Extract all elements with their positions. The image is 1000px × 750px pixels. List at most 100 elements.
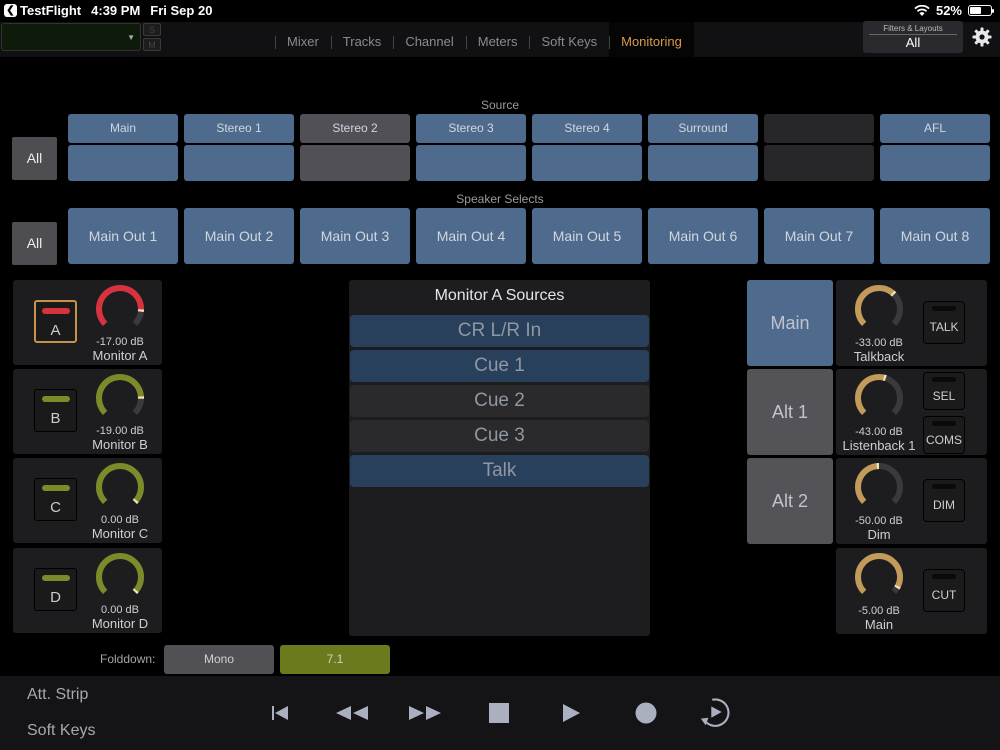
monitor-source-item[interactable]: CR L/R In <box>350 315 649 347</box>
monitor-key-label: C <box>50 499 61 516</box>
play-icon <box>563 704 580 722</box>
loop-play-button[interactable] <box>699 698 733 728</box>
monitor-name: Monitor D <box>91 616 149 631</box>
button-label: CUT <box>931 588 957 602</box>
monitor-select-button-b[interactable]: B <box>34 389 77 432</box>
talk-button[interactable]: TALK <box>923 301 965 344</box>
control-strip-dim: -50.00 dB Dim DIM <box>836 458 987 544</box>
button-label: SEL <box>932 389 956 403</box>
speaker-select-main-out-8[interactable]: Main Out 8 <box>880 208 990 264</box>
source-button-main[interactable]: Main <box>68 114 178 181</box>
speaker-select-main-out-6[interactable]: Main Out 6 <box>648 208 758 264</box>
monitor-source-item[interactable]: Cue 1 <box>350 350 649 382</box>
output-main-button[interactable]: Main <box>747 280 833 366</box>
soft-keys-button[interactable]: Soft Keys <box>27 722 95 740</box>
source-button-empty[interactable] <box>764 114 874 181</box>
monitor-name: Monitor C <box>91 526 149 541</box>
wifi-icon <box>914 4 930 16</box>
monitor-level-knob[interactable] <box>93 371 147 425</box>
top-bar: ▼ S M Mixer Tracks Channel Meters Soft Keys M… <box>0 21 1000 57</box>
speaker-select-main-out-4[interactable]: Main Out 4 <box>416 208 526 264</box>
monitor-level-value: -19.00 dB <box>96 425 144 437</box>
fast-forward-button[interactable] <box>408 698 442 728</box>
source-button-body <box>416 145 526 181</box>
tab-label: Channel <box>405 34 454 49</box>
back-to-app[interactable]: ❮ TestFlight <box>4 3 81 18</box>
control-name: Listenback 1 <box>842 438 916 453</box>
tab-monitoring[interactable]: Monitoring <box>609 22 694 57</box>
rewind-icon <box>336 706 368 720</box>
monitor-select-button-c[interactable]: C <box>34 478 77 521</box>
monitor-source-item[interactable]: Cue 2 <box>350 385 649 417</box>
control-strip-talkback: -33.00 dB Talkback TALK <box>836 280 987 366</box>
tab-mixer[interactable]: Mixer <box>275 22 331 57</box>
mute-button[interactable]: M <box>143 38 161 51</box>
source-button-body <box>764 145 874 181</box>
folddown-mono-button[interactable]: Mono <box>164 645 274 674</box>
source-button-afl[interactable]: AFL <box>880 114 990 181</box>
stop-icon <box>489 703 509 723</box>
control-level-knob[interactable] <box>852 371 906 425</box>
status-time: 4:39 PM <box>91 3 141 18</box>
cut-button[interactable]: CUT <box>923 569 965 612</box>
monitor-select-button-d[interactable]: D <box>34 568 77 611</box>
control-level-knob[interactable] <box>852 460 906 514</box>
source-button-stereo-3[interactable]: Stereo 3 <box>416 114 526 181</box>
led-indicator <box>932 484 956 489</box>
tab-label: Tracks <box>342 34 382 49</box>
filters-layouts-button[interactable]: Filters & Layouts All <box>863 21 963 53</box>
source-button-label: AFL <box>880 114 990 143</box>
speaker-selects-label: Speaker Selects <box>456 192 544 206</box>
speaker-select-main-out-1[interactable]: Main Out 1 <box>68 208 178 264</box>
source-button-label: Main <box>68 114 178 143</box>
stop-button[interactable] <box>482 698 516 728</box>
source-all-button[interactable]: All <box>12 137 57 180</box>
speaker-select-main-out-3[interactable]: Main Out 3 <box>300 208 410 264</box>
monitor-level-knob[interactable] <box>93 550 147 604</box>
dim-button[interactable]: DIM <box>923 479 965 522</box>
track-selector-dropdown[interactable]: ▼ <box>1 23 141 51</box>
speaker-select-main-out-5[interactable]: Main Out 5 <box>532 208 642 264</box>
output-alt-1-button[interactable]: Alt 1 <box>747 369 833 455</box>
source-button-surround[interactable]: Surround <box>648 114 758 181</box>
solo-button[interactable]: S <box>143 23 161 36</box>
source-button-stereo-4[interactable]: Stereo 4 <box>532 114 642 181</box>
skip-to-start-button[interactable] <box>263 698 297 728</box>
sel-button[interactable]: SEL <box>923 372 965 410</box>
monitor-source-item[interactable]: Talk <box>350 455 649 487</box>
source-button-stereo-2[interactable]: Stereo 2 <box>300 114 410 181</box>
source-button-body <box>184 145 294 181</box>
att-strip-button[interactable]: Att. Strip <box>27 686 88 704</box>
speaker-select-main-out-2[interactable]: Main Out 2 <box>184 208 294 264</box>
tab-tracks[interactable]: Tracks <box>330 22 394 57</box>
rewind-button[interactable] <box>335 698 369 728</box>
led-indicator <box>932 574 956 579</box>
monitor-level-knob[interactable] <box>93 460 147 514</box>
source-label: Source <box>480 98 520 112</box>
speaker-select-main-out-7[interactable]: Main Out 7 <box>764 208 874 264</box>
tab-soft-keys[interactable]: Soft Keys <box>529 22 609 57</box>
source-button-body <box>300 145 410 181</box>
control-strip-listenback-1: -43.00 dB Listenback 1 SEL COMS <box>836 369 987 455</box>
source-button-stereo-1[interactable]: Stereo 1 <box>184 114 294 181</box>
record-button[interactable] <box>629 698 663 728</box>
control-level-knob[interactable] <box>852 550 906 604</box>
tab-label: Mixer <box>287 34 319 49</box>
monitor-select-button-a[interactable]: A <box>34 300 77 343</box>
led-indicator <box>932 421 956 426</box>
tab-channel[interactable]: Channel <box>393 22 465 57</box>
source-button-label: Stereo 3 <box>416 114 526 143</box>
tab-meters[interactable]: Meters <box>465 22 530 57</box>
folddown-7-1-button[interactable]: 7.1 <box>280 645 390 674</box>
control-name: Dim <box>867 527 891 542</box>
control-level-knob[interactable] <box>852 282 906 336</box>
monitor-level-knob[interactable] <box>93 282 147 336</box>
play-button[interactable] <box>554 698 588 728</box>
speaker-all-button[interactable]: All <box>12 222 57 265</box>
coms-button[interactable]: COMS <box>923 416 965 454</box>
output-alt-2-button[interactable]: Alt 2 <box>747 458 833 544</box>
record-icon <box>635 702 657 724</box>
monitor-source-item[interactable]: Cue 3 <box>350 420 649 452</box>
gear-icon[interactable] <box>972 27 992 47</box>
led-indicator <box>41 396 70 402</box>
